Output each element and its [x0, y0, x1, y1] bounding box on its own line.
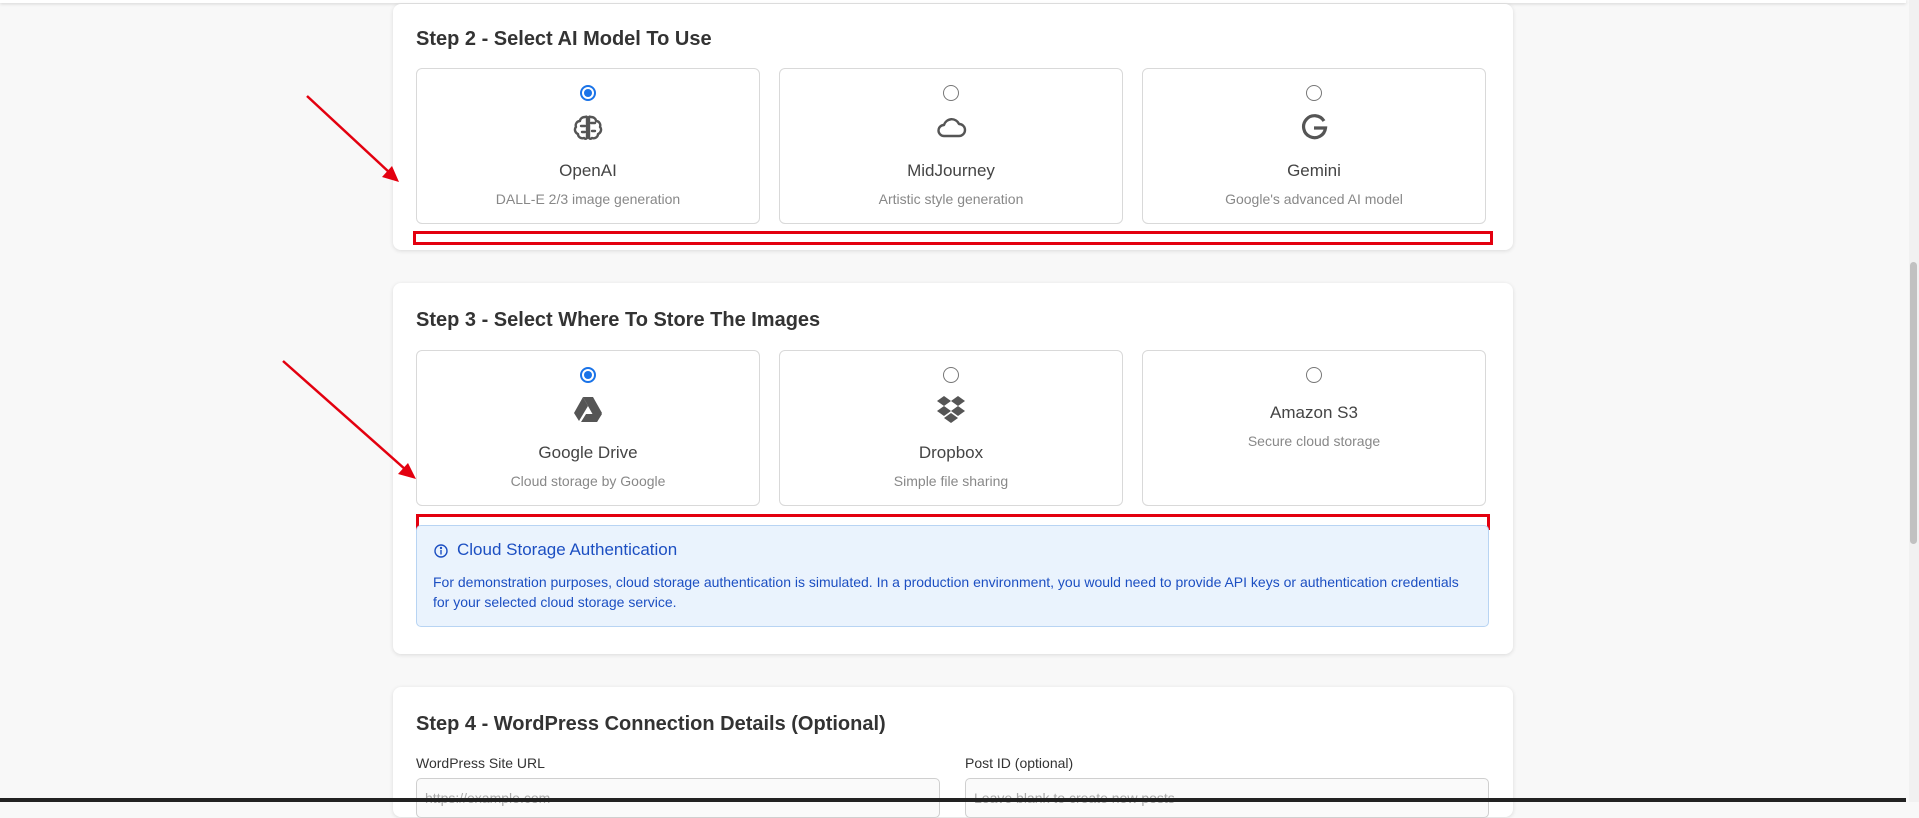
bottom-edge: [0, 798, 1906, 802]
scrollbar-track[interactable]: [1909, 0, 1919, 802]
annotation-arrows: [282, 95, 416, 479]
scrollbar-thumb[interactable]: [1910, 262, 1917, 544]
red-arrow-step3: [282, 360, 407, 471]
red-arrow-step2: [306, 95, 391, 174]
